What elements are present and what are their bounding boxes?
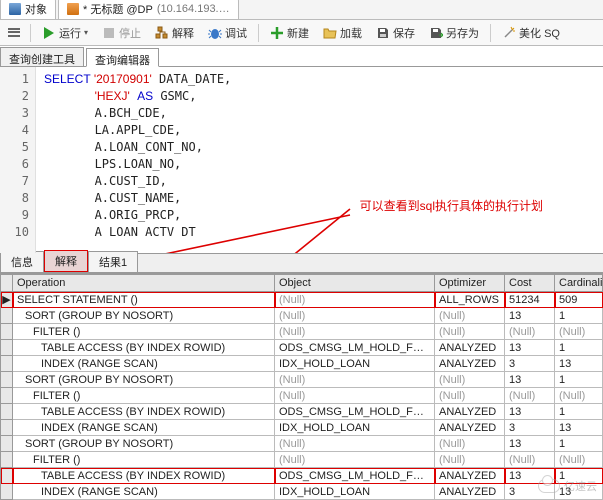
tab-objects[interactable]: 对象 [0, 0, 56, 19]
main-toolbar: 运行 ▾ 停止 解释 调试 新建 加载 保存 另存为 美化 SQ [0, 20, 603, 46]
debug-button[interactable]: 调试 [205, 24, 250, 42]
table-row[interactable]: ▶SELECT STATEMENT ()(Null)ALL_ROWS512345… [1, 292, 603, 308]
wand-icon [502, 26, 516, 40]
save-button[interactable]: 保存 [373, 24, 418, 42]
floppy-icon [376, 26, 390, 40]
col-object[interactable]: Object [275, 275, 435, 292]
line-number-gutter: 12345678910 [0, 67, 36, 253]
tab-untitled-label: * 无标题 @DP [83, 1, 153, 17]
play-icon [42, 26, 56, 40]
tab-result-1[interactable]: 结果1 [88, 251, 138, 272]
file-tab-bar: 对象 * 无标题 @DP (10.164.193.… [0, 0, 603, 20]
annotation-text: 可以查看到sql执行具体的执行计划 [360, 197, 543, 214]
new-button[interactable]: 新建 [267, 24, 312, 42]
tab-objects-label: 对象 [25, 1, 47, 17]
sql-editor[interactable]: 12345678910 SELECT '20170901' DATA_DATE,… [0, 67, 603, 253]
save-as-button[interactable]: 另存为 [426, 24, 482, 42]
table-row[interactable]: INDEX (RANGE SCAN)IDX_HOLD_LOANANALYZED3… [1, 484, 603, 500]
table-row[interactable]: FILTER ()(Null)(Null)(Null)(Null) [1, 324, 603, 340]
cloud-icon [538, 479, 560, 493]
table-row[interactable]: SORT (GROUP BY NOSORT)(Null)(Null)131 [1, 372, 603, 388]
hamburger-icon[interactable] [6, 26, 22, 40]
table-row[interactable]: FILTER ()(Null)(Null)(Null)(Null) [1, 452, 603, 468]
table-row[interactable]: TABLE ACCESS (BY INDEX ROWID)ODS_CMSG_LM… [1, 404, 603, 420]
objects-icon [9, 3, 21, 15]
col-optimizer[interactable]: Optimizer [435, 275, 505, 292]
code-area[interactable]: SELECT '20170901' DATA_DATE, 'HEXJ' AS G… [36, 67, 603, 253]
plus-icon [270, 26, 284, 40]
table-row[interactable]: SORT (GROUP BY NOSORT)(Null)(Null)131 [1, 308, 603, 324]
table-row[interactable]: SORT (GROUP BY NOSORT)(Null)(Null)131 [1, 436, 603, 452]
beautify-button[interactable]: 美化 SQ [499, 24, 563, 42]
table-row[interactable]: INDEX (RANGE SCAN)IDX_HOLD_LOANANALYZED3… [1, 356, 603, 372]
explain-plan-grid[interactable]: Operation Object Optimizer Cost Cardinal… [0, 273, 603, 500]
sql-file-icon [67, 3, 79, 15]
run-button[interactable]: 运行 ▾ [39, 24, 91, 42]
stop-button: 停止 [99, 24, 144, 42]
grid-header-row: Operation Object Optimizer Cost Cardinal… [1, 275, 603, 292]
tab-explain[interactable]: 解释 [44, 250, 88, 272]
table-row[interactable]: TABLE ACCESS (BY INDEX ROWID)ODS_CMSG_LM… [1, 340, 603, 356]
explain-button[interactable]: 解释 [152, 24, 197, 42]
dropdown-caret-icon: ▾ [84, 28, 88, 37]
tab-untitled-host: (10.164.193.… [157, 3, 230, 15]
folder-open-icon [323, 26, 337, 40]
col-cardinality[interactable]: Cardinali [555, 275, 603, 292]
col-operation[interactable]: Operation [13, 275, 275, 292]
table-row[interactable]: INDEX (RANGE SCAN)IDX_HOLD_LOANANALYZED3… [1, 420, 603, 436]
stop-icon [102, 26, 116, 40]
col-cost[interactable]: Cost [505, 275, 555, 292]
tab-query-builder[interactable]: 查询创建工具 [0, 47, 84, 66]
tab-info[interactable]: 信息 [0, 251, 44, 272]
tab-untitled-sql[interactable]: * 无标题 @DP (10.164.193.… [58, 0, 239, 19]
explain-icon [155, 26, 169, 40]
load-button[interactable]: 加载 [320, 24, 365, 42]
tab-query-editor[interactable]: 查询编辑器 [86, 48, 159, 67]
editor-mode-tabs: 查询创建工具 查询编辑器 [0, 46, 603, 67]
result-tabs: 信息 解释 结果1 [0, 253, 603, 273]
watermark: 亿速云 [538, 478, 597, 494]
table-row[interactable]: FILTER ()(Null)(Null)(Null)(Null) [1, 388, 603, 404]
bug-icon [208, 26, 222, 40]
floppy-alt-icon [429, 26, 443, 40]
table-row[interactable]: TABLE ACCESS (BY INDEX ROWID)ODS_CMSG_LM… [1, 468, 603, 484]
